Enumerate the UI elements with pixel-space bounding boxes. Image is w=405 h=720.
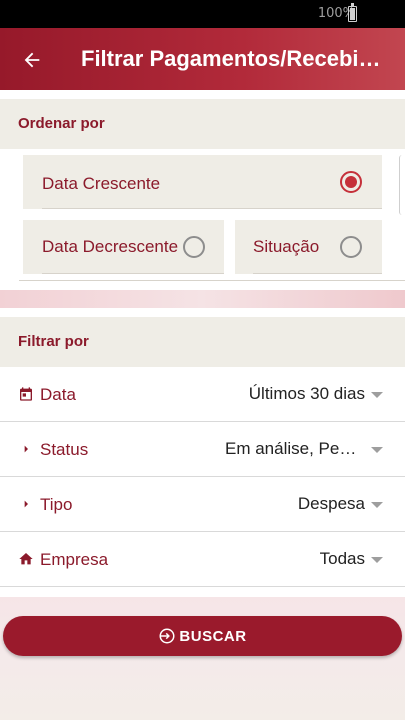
filter-label: Status: [40, 440, 89, 459]
filter-label: Data: [40, 385, 76, 404]
battery-icon: [348, 3, 357, 22]
option-date-ascending[interactable]: Data Crescente: [23, 155, 382, 209]
filter-row-company[interactable]: Empresa Todas: [0, 532, 405, 587]
filter-label: Empresa: [40, 550, 109, 569]
section-divider: [0, 290, 405, 308]
filter-value: Últimos 30 dias: [248, 384, 365, 403]
calendar-icon: [20, 387, 32, 401]
radio-date-descending[interactable]: [183, 236, 205, 258]
option-date-descending[interactable]: Data Decrescente: [23, 220, 224, 274]
option-divider: [42, 273, 224, 274]
status-bar: 100%: [0, 0, 405, 28]
option-divider: [253, 273, 382, 274]
filter-row-type[interactable]: Tipo Despesa: [0, 477, 405, 532]
filter-section-header: Filtrar por: [0, 317, 405, 367]
option-divider: [42, 208, 382, 209]
option-label: Data Decrescente: [42, 237, 179, 256]
filter-row-status[interactable]: Status Em análise, Pendente: [0, 422, 405, 477]
arrow-right-icon: [24, 445, 28, 453]
login-icon: [159, 628, 175, 644]
radio-date-ascending[interactable]: [340, 171, 362, 193]
search-button-label: BUSCAR: [179, 627, 247, 645]
order-options: Data Crescente Data Decrescente Situação: [0, 149, 405, 284]
back-button[interactable]: [14, 42, 50, 78]
page-title: Filtrar Pagamentos/Recebimentos: [81, 46, 381, 71]
order-section-header: Ordenar por: [0, 99, 405, 149]
back-arrow-icon: [24, 52, 40, 68]
scrollbar[interactable]: [399, 155, 405, 215]
filter-row-date[interactable]: Data Últimos 30 dias: [0, 367, 405, 422]
filter-value: Despesa: [297, 494, 365, 513]
radio-situation[interactable]: [340, 236, 362, 258]
option-label: Data Crescente: [42, 174, 161, 193]
home-icon: [19, 553, 33, 565]
option-situation[interactable]: Situação: [235, 220, 382, 274]
filter-value: Em análise, Pendente: [225, 439, 365, 458]
filter-value: Todas: [319, 549, 365, 568]
order-divider: [19, 280, 405, 281]
option-label: Situação: [253, 237, 320, 256]
dropdown-caret-icon: [371, 447, 383, 453]
filter-label: Tipo: [40, 495, 73, 514]
dropdown-caret-icon: [371, 502, 383, 508]
arrow-right-icon: [24, 500, 28, 508]
app-bar: Filtrar Pagamentos/Recebimentos: [0, 28, 405, 90]
dropdown-caret-icon: [371, 557, 383, 563]
search-button[interactable]: BUSCAR: [3, 616, 402, 656]
dropdown-caret-icon: [371, 392, 383, 398]
